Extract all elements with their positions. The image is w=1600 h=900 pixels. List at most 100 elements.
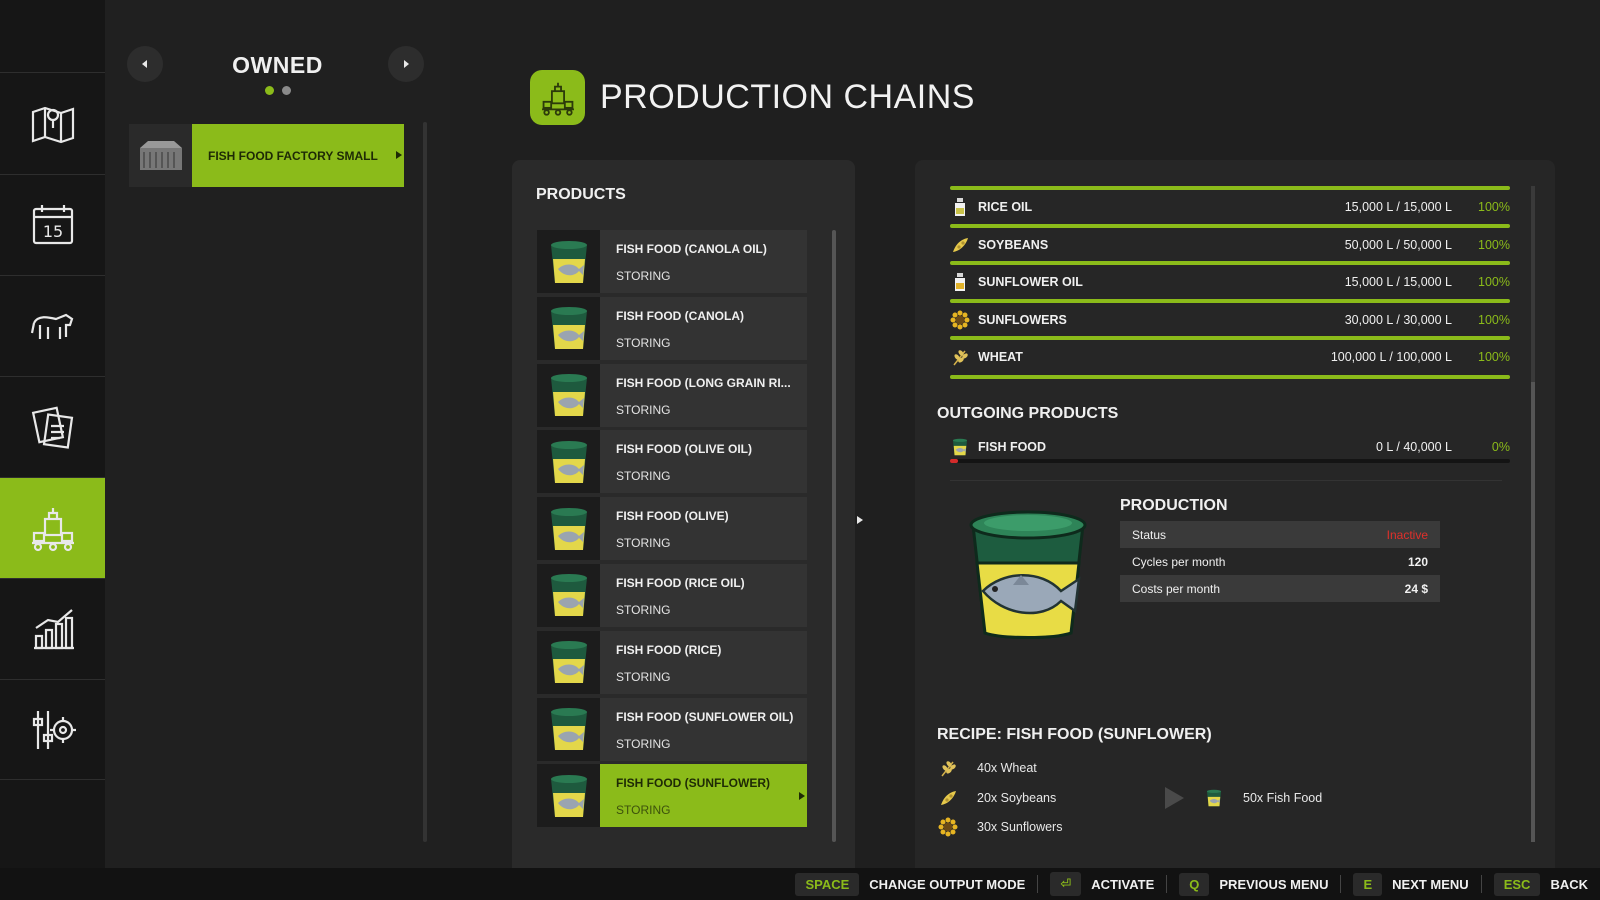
input-name: SUNFLOWER OIL xyxy=(978,275,1083,289)
input-name: SOYBEANS xyxy=(978,237,1049,252)
fish-food-icon xyxy=(537,497,600,561)
input-percent: 100% xyxy=(1478,312,1510,327)
input-name: RICE OIL xyxy=(978,200,1033,214)
key-space: SPACE xyxy=(795,872,860,896)
footer-action-activate[interactable]: ⏎ ACTIVATE xyxy=(1050,872,1154,896)
product-name: FISH FOOD (LONG GRAIN RI... xyxy=(616,375,791,390)
input-amount: 15,000 L / 15,000 L xyxy=(1344,275,1452,289)
footer-action-next-menu[interactable]: E NEXT MENU xyxy=(1353,872,1469,896)
page-indicator xyxy=(105,86,450,95)
product-item[interactable]: FISH FOOD (CANOLA) STORING xyxy=(537,296,807,360)
wheat-icon xyxy=(937,757,959,779)
fish-food-icon xyxy=(537,430,600,494)
cycles-value: 120 xyxy=(1407,554,1428,569)
production-title: PRODUCTION xyxy=(1120,497,1228,514)
statistics-icon xyxy=(33,609,74,650)
footer-separator xyxy=(1340,875,1342,893)
products-scrollbar[interactable] xyxy=(832,230,836,842)
footer-label: ACTIVATE xyxy=(1091,876,1155,892)
input-amount: 15,000 L / 15,000 L xyxy=(1344,200,1452,214)
page-dot-2[interactable] xyxy=(281,86,291,95)
recipe-input-text: 30x Sunflowers xyxy=(977,820,1063,834)
owned-factory-item[interactable]: FISH FOOD FACTORY SMALL xyxy=(129,124,404,187)
recipe-input-text: 20x Soybeans xyxy=(977,791,1057,805)
animals-icon xyxy=(30,313,73,339)
nav-item-production[interactable] xyxy=(0,477,112,578)
product-item[interactable]: FISH FOOD (CANOLA OIL) STORING xyxy=(537,230,807,293)
output-percent: 0% xyxy=(1491,440,1510,454)
product-item[interactable]: FISH FOOD (RICE) STORING xyxy=(537,630,807,694)
footer-action-back[interactable]: ESC BACK xyxy=(1493,872,1588,896)
footer-action-previous-menu[interactable]: Q PREVIOUS MENU xyxy=(1179,872,1329,896)
recipe-output-text: 50x Fish Food xyxy=(1243,791,1323,805)
product-item[interactable]: FISH FOOD (OLIVE) STORING xyxy=(537,497,807,561)
output-name: FISH FOOD xyxy=(978,440,1047,454)
product-status: STORING xyxy=(616,669,671,684)
products-title: PRODUCTS xyxy=(536,186,626,203)
product-status: STORING xyxy=(616,803,671,818)
expand-arrow-icon[interactable] xyxy=(852,508,868,532)
key-e: E xyxy=(1353,872,1383,896)
oil-bottle-icon xyxy=(950,272,970,292)
page-dot-1[interactable] xyxy=(264,86,274,95)
sunflower-icon xyxy=(937,816,959,838)
product-status: STORING xyxy=(616,736,671,751)
fill-bar xyxy=(950,223,1510,228)
recipe-input-text: 40x Wheat xyxy=(977,761,1037,775)
owned-panel: OWNED FISH FOOD FACTORY SMALL xyxy=(105,0,450,868)
nav-item-map[interactable] xyxy=(0,72,105,173)
calendar-day: 15 xyxy=(42,222,62,241)
production-row-status: Status Inactive xyxy=(1120,521,1440,548)
key-enter-icon: ⏎ xyxy=(1050,872,1082,896)
input-percent: 100% xyxy=(1478,200,1510,214)
key-esc: ESC xyxy=(1493,872,1541,896)
fill-bar xyxy=(950,298,1510,303)
input-row: SUNFLOWER OIL 15,000 L / 15,000 L 100% xyxy=(950,261,1510,297)
nav-item-calendar[interactable]: 15 xyxy=(0,174,105,275)
caret-right-icon xyxy=(404,60,409,68)
input-amount: 100,000 L / 100,000 L xyxy=(1330,350,1452,364)
divider xyxy=(950,480,1502,481)
input-row: RICE OIL 15,000 L / 15,000 L 100% xyxy=(950,186,1510,222)
recipe-input: 40x Wheat xyxy=(937,757,1037,779)
fish-food-icon xyxy=(537,230,600,293)
footer-action-change-output[interactable]: SPACE CHANGE OUTPUT MODE xyxy=(795,872,1025,896)
settings-icon xyxy=(32,710,76,749)
production-row-costs: Costs per month 24 $ xyxy=(1120,575,1440,602)
owned-next-button[interactable] xyxy=(388,46,424,82)
product-status: STORING xyxy=(616,536,671,551)
fish-food-bucket-image xyxy=(969,510,1087,639)
input-amount: 50,000 L / 50,000 L xyxy=(1344,237,1452,252)
header-production-icon xyxy=(530,70,585,125)
production-row-cycles: Cycles per month 120 xyxy=(1120,548,1440,575)
nav-item-settings[interactable] xyxy=(0,679,105,780)
footer-separator xyxy=(1480,875,1482,893)
details-scrollbar-thumb[interactable] xyxy=(1531,382,1535,842)
footer-label: PREVIOUS MENU xyxy=(1219,876,1329,892)
recipe-input: 20x Soybeans xyxy=(937,787,1056,809)
product-item[interactable]: FISH FOOD (SUNFLOWER OIL) STORING xyxy=(537,697,807,761)
product-item[interactable]: FISH FOOD (RICE OIL) STORING xyxy=(537,563,807,627)
nav-item-contracts[interactable] xyxy=(0,376,105,477)
footer-label: NEXT MENU xyxy=(1392,876,1469,892)
status-value: Inactive xyxy=(1386,527,1428,542)
output-fill-bar xyxy=(950,459,958,463)
recipe-input: 30x Sunflowers xyxy=(937,816,1062,838)
recipe-output: 50x Fish Food xyxy=(1205,787,1322,809)
nav-item-animals[interactable] xyxy=(0,275,105,376)
product-status: STORING xyxy=(616,335,671,350)
product-item[interactable]: FISH FOOD (LONG GRAIN RI... STORING xyxy=(537,363,807,427)
factory-name: FISH FOOD FACTORY SMALL xyxy=(192,124,404,187)
input-amount: 30,000 L / 30,000 L xyxy=(1344,312,1452,327)
nav-item-statistics[interactable] xyxy=(0,578,105,679)
contracts-icon xyxy=(31,406,73,449)
soybean-icon xyxy=(937,787,959,809)
product-item-selected[interactable]: FISH FOOD (SUNFLOWER) STORING xyxy=(537,764,807,828)
outgoing-title: OUTGOING PRODUCTS xyxy=(937,405,1119,422)
input-row: SUNFLOWERS 30,000 L / 30,000 L 100% xyxy=(950,298,1510,335)
product-name: FISH FOOD (CANOLA) xyxy=(616,308,744,323)
owned-scrollbar[interactable] xyxy=(423,122,427,842)
fish-food-icon xyxy=(537,697,600,761)
product-item[interactable]: FISH FOOD (OLIVE OIL) STORING xyxy=(537,430,807,494)
fish-food-icon xyxy=(537,296,600,360)
